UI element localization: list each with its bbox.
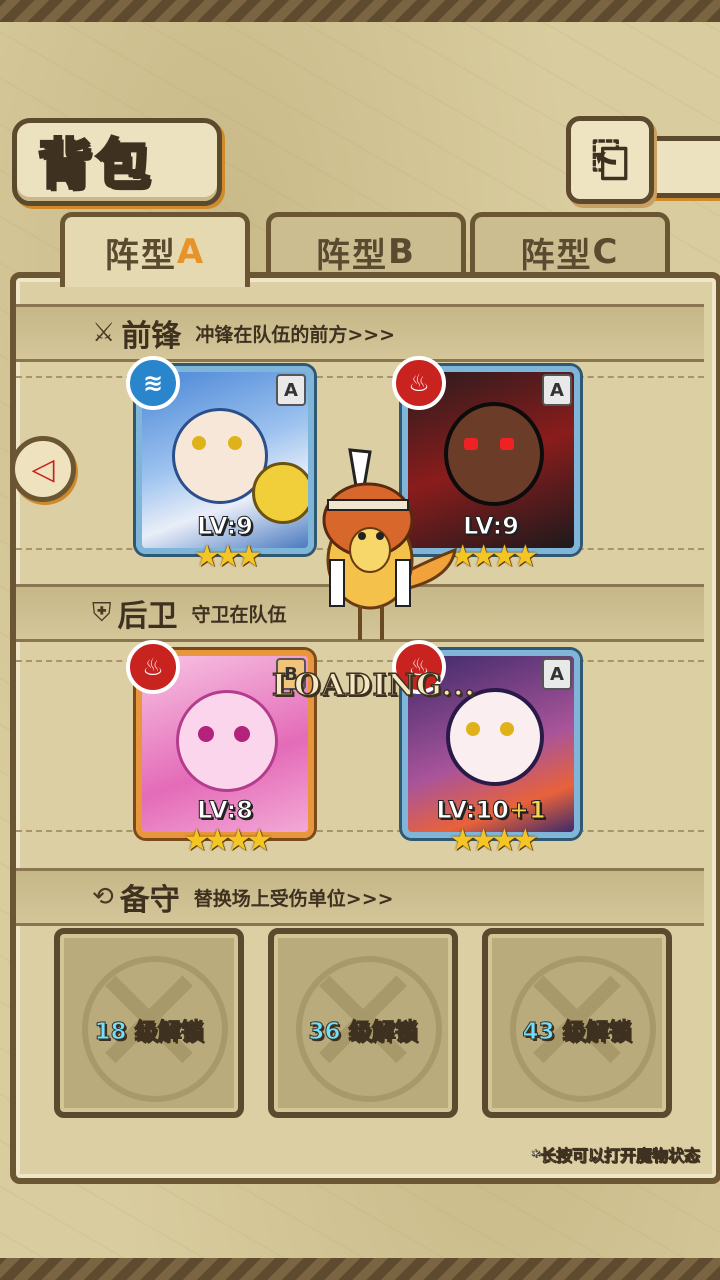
- unlock-level-label: 18 级解锁: [94, 1019, 204, 1046]
- monster-level: LV:9: [197, 512, 254, 541]
- unlock-level-label: 43 级解锁: [522, 1019, 632, 1046]
- page-title: 背包: [37, 132, 154, 198]
- rank-badge: A: [542, 658, 572, 690]
- monster-level: LV:10+1: [436, 796, 546, 825]
- fire-element-icon: ♨: [126, 640, 180, 694]
- rank-badge: A: [542, 374, 572, 406]
- monster-level: LV:8: [197, 796, 254, 825]
- unlock-level-label: 36 级解锁: [308, 1019, 418, 1046]
- bottom-border: [0, 1258, 720, 1280]
- star-rating: ★★★★: [449, 823, 539, 858]
- section-back-desc: 守卫在队伍: [191, 603, 287, 626]
- divider: [16, 660, 704, 662]
- locked-reserve-slot[interactable]: ✕ 36 级解锁: [268, 928, 458, 1118]
- monster-card-front-1[interactable]: ≋ A LV:9 ★★★: [126, 356, 314, 574]
- loading-text: LOADING...: [271, 667, 476, 704]
- section-reserve-desc: 替换场上受伤单位>>>: [193, 887, 394, 910]
- swap-icon: ⟲: [92, 882, 114, 912]
- section-front-desc: 冲锋在队伍的前方>>>: [195, 323, 396, 346]
- back-button[interactable]: ⎗: [566, 116, 654, 204]
- fire-element-icon: ♨: [392, 356, 446, 410]
- loading-bird-mascot: [322, 448, 457, 640]
- locked-reserve-slot[interactable]: ✕ 43 级解锁: [482, 928, 672, 1118]
- divider: [16, 376, 704, 378]
- section-back-title: 后卫: [117, 599, 178, 634]
- section-reserve: ⟲ 备守 替换场上受伤单位>>>: [16, 868, 704, 926]
- star-rating: ★★★: [193, 539, 263, 574]
- section-reserve-title: 备守: [119, 883, 180, 918]
- divider: [16, 830, 704, 832]
- sword-icon: ⚔: [92, 318, 116, 348]
- rank-badge: A: [276, 374, 306, 406]
- long-press-hint: *长按可以打开魔物状态: [531, 1146, 700, 1166]
- return-arrow-icon: ⎗: [591, 132, 629, 186]
- star-rating: ★★★★: [183, 823, 273, 858]
- side-expand-button[interactable]: ◁: [10, 436, 76, 502]
- top-border: [0, 0, 720, 22]
- section-front: ⚔ 前锋 冲锋在队伍的前方>>>: [16, 304, 704, 362]
- arrow-left-icon: ◁: [31, 451, 55, 487]
- locked-reserve-slot[interactable]: ✕ 18 级解锁: [54, 928, 244, 1118]
- shield-icon: ⛨: [92, 597, 112, 628]
- tab-formation-a[interactable]: 阵型 A: [60, 212, 250, 287]
- water-element-icon: ≋: [126, 356, 180, 410]
- section-front-title: 前锋: [121, 319, 182, 354]
